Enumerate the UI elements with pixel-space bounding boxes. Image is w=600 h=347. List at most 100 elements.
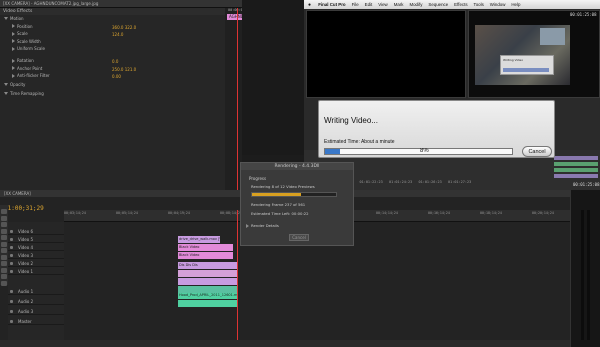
menu-item[interactable]: Help: [511, 2, 520, 7]
menu-item[interactable]: Tools: [474, 2, 484, 7]
eye-icon[interactable]: [10, 238, 13, 241]
effect-row-value[interactable]: 360.0 322.0: [112, 25, 136, 30]
effect-row-label: Time Remapping: [10, 91, 44, 96]
effect-row-8[interactable]: Opacity: [0, 82, 242, 89]
tool-icon[interactable]: [1, 209, 7, 214]
disclosure-icon[interactable]: [12, 39, 15, 43]
disclosure-icon[interactable]: [4, 83, 8, 86]
tool-icon[interactable]: [1, 267, 7, 273]
menu-item[interactable]: Effects: [454, 2, 467, 7]
tool-icon[interactable]: [1, 248, 7, 253]
effect-row-0[interactable]: Motion: [0, 16, 242, 23]
cancel-button[interactable]: Cancel: [522, 146, 552, 157]
rendering-progress-fill: [252, 193, 301, 196]
speaker-icon[interactable]: [10, 310, 13, 313]
track-header[interactable]: Video 3: [8, 252, 64, 259]
track-header[interactable]: Audio 1: [8, 288, 64, 295]
speaker-icon[interactable]: [10, 320, 13, 323]
canvas-dialog-title: Writing Video: [503, 58, 524, 62]
eye-icon[interactable]: [10, 262, 13, 265]
menu-item[interactable]: Edit: [365, 2, 373, 7]
menu-item[interactable]: File: [352, 2, 359, 7]
eye-icon[interactable]: [10, 246, 13, 249]
program-monitor-gap: [242, 0, 304, 155]
menu-item[interactable]: Window: [490, 2, 506, 7]
fcp-timeline-timecode: 00:01:25:08: [573, 182, 600, 187]
timeline-clip[interactable]: [178, 300, 238, 307]
timeline-playhead[interactable]: [237, 210, 238, 347]
disclosure-icon[interactable]: [12, 24, 15, 28]
track-header[interactable]: Audio 2: [8, 298, 64, 305]
tool-icon[interactable]: [1, 254, 7, 260]
effect-row-9[interactable]: Time Remapping: [0, 91, 242, 98]
disclosure-icon[interactable]: [4, 92, 8, 95]
timeline-clip[interactable]: Dis Dis Dis: [178, 262, 238, 269]
disclosure-icon[interactable]: [12, 58, 15, 63]
timeline-clip[interactable]: Black Video: [178, 252, 233, 259]
track-header[interactable]: Video 6: [8, 228, 64, 235]
disclosure-icon[interactable]: [12, 66, 15, 70]
render-details-toggle[interactable]: Render Details: [246, 223, 279, 228]
effect-row-4[interactable]: Uniform Scale: [0, 46, 242, 53]
timeline-timecode[interactable]: 01:00;31;29: [4, 205, 44, 212]
tool-icon[interactable]: [1, 274, 7, 279]
ruler-tick-label: 00;14;14;24: [376, 211, 398, 215]
eye-icon[interactable]: [10, 270, 13, 273]
effect-row-3[interactable]: Scale Width: [0, 39, 242, 46]
timeline-clip[interactable]: [178, 270, 238, 277]
effect-row-value[interactable]: 250.0 121.0: [112, 67, 136, 72]
timeline-scrollbar[interactable]: [0, 340, 570, 347]
track-header[interactable]: Audio 3: [8, 308, 64, 315]
track-header[interactable]: Video 5: [8, 236, 64, 243]
menu-item[interactable]: Mark: [394, 2, 404, 7]
eye-icon[interactable]: [10, 230, 13, 233]
timeline-clip[interactable]: Black Video: [178, 244, 233, 251]
progress-heading: Progress: [249, 176, 267, 181]
effect-row-6[interactable]: Anchor Point 250.0 121.0: [0, 66, 242, 73]
disclosure-icon[interactable]: [12, 31, 15, 36]
effect-row-value[interactable]: 0.00: [112, 74, 121, 79]
tool-icon[interactable]: [1, 261, 7, 266]
desktop: [XX CAMERA] - AGHNDUNCOMAT2.jpg_large.jp…: [0, 0, 600, 347]
tool-icon[interactable]: [1, 215, 7, 221]
track-header[interactable]: Video 4: [8, 244, 64, 251]
menu-item[interactable]: Final Cut Pro: [318, 2, 345, 7]
track-header[interactable]: Video 1: [8, 268, 64, 275]
disclosure-icon[interactable]: [12, 73, 15, 78]
timeline-clip[interactable]: [178, 278, 238, 285]
effect-row-5[interactable]: Rotation 0.0: [0, 58, 242, 65]
tool-icon[interactable]: [1, 241, 7, 247]
effect-row-value[interactable]: 0.0: [112, 59, 118, 64]
speaker-icon[interactable]: [10, 290, 13, 293]
apple-icon[interactable]: ●: [308, 2, 311, 8]
tool-icon[interactable]: [1, 222, 7, 227]
speaker-icon[interactable]: [10, 300, 13, 303]
track-header[interactable]: Video 2: [8, 260, 64, 267]
time-left-label: Estimated Time Left: 00:00:22: [251, 211, 309, 216]
effect-row-label: Scale: [17, 31, 28, 36]
track-header[interactable]: Master: [8, 318, 64, 325]
timeline-clip[interactable]: [178, 286, 238, 293]
menu-item[interactable]: View: [378, 2, 387, 7]
eye-icon[interactable]: [10, 254, 13, 257]
disclosure-icon[interactable]: [4, 17, 8, 20]
tool-icon[interactable]: [1, 280, 7, 286]
effect-row-1[interactable]: Position 360.0 322.0: [0, 24, 242, 31]
effect-row-label: Anti-flicker Filter: [17, 73, 50, 78]
track-headers: Video 6 Video 5 Video 4 Video 3 Video 2 Video…: [8, 222, 64, 347]
timeline-clip[interactable]: drive_drive_walk.mov [V] [X]: [178, 236, 220, 243]
tool-icon[interactable]: [1, 235, 7, 240]
writing-progress-bar: 8%: [324, 148, 513, 155]
menu-item[interactable]: Sequence: [428, 2, 448, 7]
render-cancel-button[interactable]: Cancel: [289, 234, 309, 241]
disclosure-icon[interactable]: [12, 46, 15, 51]
timeline-clip[interactable]: Hood_Prod_APRIL_2011_12601.mp3: [178, 292, 238, 299]
effect-row-7[interactable]: Anti-flicker Filter 0.00: [0, 73, 242, 80]
tool-icon[interactable]: [1, 228, 7, 234]
effect-row-label: Position: [17, 23, 33, 29]
effect-controls-tab[interactable]: [XX CAMERA] - AGHNDUNCOMAT2.jpg_large.jp…: [0, 0, 242, 8]
ruler-tick-label: 00;20;14;24: [532, 211, 554, 215]
effect-row-value[interactable]: 124.0: [112, 32, 123, 37]
effect-row-2[interactable]: Scale 124.0: [0, 31, 242, 38]
menu-item[interactable]: Modify: [409, 2, 422, 7]
